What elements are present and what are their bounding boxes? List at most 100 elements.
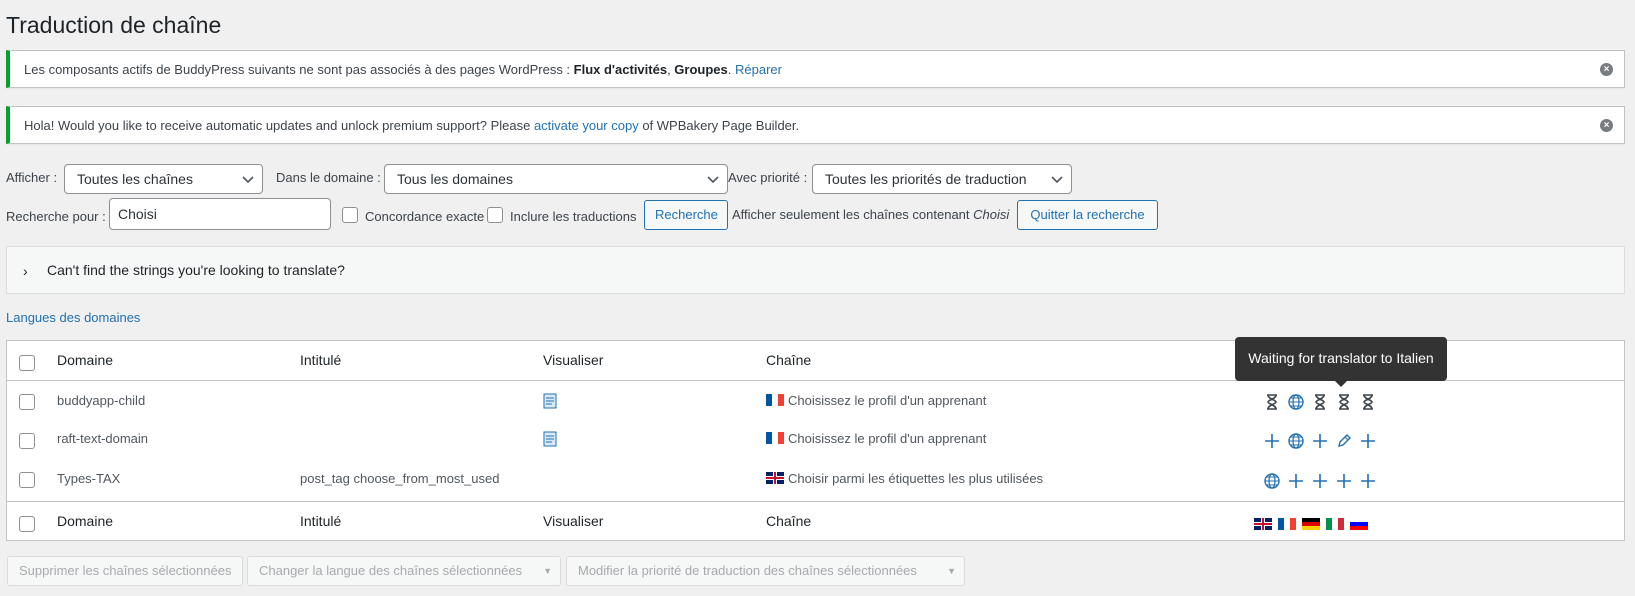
change-language-label: Changer la langue des chaînes sélectionn… (259, 563, 523, 578)
row-domain: buddyapp-child (57, 393, 146, 408)
search-input-value: Choisi (118, 206, 157, 222)
col-string[interactable]: Chaîne (766, 352, 811, 368)
row-string: Choisissez le profil d'un apprenant (766, 393, 986, 408)
notice-bold-activity: Flux d'activités (573, 62, 668, 77)
hourglass-icon[interactable] (1263, 393, 1281, 411)
document-icon[interactable] (543, 431, 557, 447)
domain-languages-link[interactable]: Langues des domaines (6, 310, 140, 325)
flag-fr-icon (766, 432, 784, 444)
show-select[interactable]: Toutes les chaînes (64, 164, 263, 194)
chevron-down-icon (1051, 176, 1063, 184)
flag-it-icon (1326, 518, 1344, 530)
row-string-text: Choisissez le profil d'un apprenant (788, 431, 987, 446)
footer-language-flags (1254, 517, 1372, 532)
hourglass-icon[interactable] (1335, 393, 1353, 411)
plus-icon[interactable] (1311, 432, 1329, 450)
row-checkbox[interactable] (19, 394, 35, 410)
table-row: buddyapp-child Choisissez le profil d'un… (7, 381, 1624, 421)
globe-icon[interactable] (1287, 432, 1305, 450)
col-view-footer: Visualiser (543, 513, 604, 529)
showing-text: Afficher seulement les chaînes contenant… (732, 207, 1009, 222)
domain-label: Dans le domaine : (276, 170, 381, 185)
globe-icon[interactable] (1287, 393, 1305, 411)
show-label: Afficher : (6, 170, 58, 185)
exit-search-button[interactable]: Quitter la recherche (1017, 200, 1158, 230)
plus-icon[interactable] (1335, 472, 1353, 490)
accordion-label: Can't find the strings you're looking to… (47, 262, 345, 278)
row-domain: raft-text-domain (57, 431, 149, 446)
status-tooltip: Waiting for translator to Italien (1235, 337, 1447, 387)
notice-bold-groups: Groupes (674, 62, 728, 77)
missing-strings-accordion[interactable]: › Can't find the strings you're looking … (6, 246, 1625, 294)
flag-fr-icon (766, 394, 784, 406)
col-name[interactable]: Intitulé (300, 352, 341, 368)
hourglass-icon[interactable] (1359, 393, 1377, 411)
search-input[interactable]: Choisi (109, 198, 331, 230)
plus-icon[interactable] (1359, 432, 1377, 450)
include-translations-checkbox[interactable] (487, 207, 503, 223)
dismiss-icon[interactable]: × (1600, 119, 1613, 132)
col-name-footer[interactable]: Intitulé (300, 513, 341, 529)
chevron-right-icon: › (23, 263, 28, 279)
repair-link[interactable]: Réparer (735, 62, 782, 77)
plus-icon[interactable] (1287, 472, 1305, 490)
row-name: post_tag choose_from_most_used (300, 471, 500, 486)
row-checkbox[interactable] (19, 433, 35, 449)
plus-icon[interactable] (1311, 472, 1329, 490)
priority-select[interactable]: Toutes les priorités de traduction (812, 164, 1072, 194)
change-priority-label: Modifier la priorité de traduction des c… (578, 563, 917, 578)
exact-match-checkbox[interactable] (342, 207, 358, 223)
row-checkbox[interactable] (19, 472, 35, 488)
dropdown-arrow-icon: ▼ (947, 566, 956, 576)
row-string: Choisissez le profil d'un apprenant (766, 431, 986, 446)
col-domain[interactable]: Domaine (57, 352, 113, 368)
flag-fr-icon (1278, 518, 1296, 530)
show-select-value: Toutes les chaînes (77, 171, 193, 187)
delete-selected-button[interactable]: Supprimer les chaînes sélectionnées (7, 556, 243, 586)
change-priority-select[interactable]: Modifier la priorité de traduction des c… (566, 556, 965, 586)
row-string-text: Choisissez le profil d'un apprenant (788, 393, 987, 408)
select-all-footer-checkbox[interactable] (19, 516, 35, 532)
priority-select-value: Toutes les priorités de traduction (825, 171, 1027, 187)
notice-after: . (727, 62, 735, 77)
include-translations-label: Inclure les traductions (510, 209, 637, 224)
showing-term: Choisi (973, 207, 1010, 222)
notice-text: Hola! Would you like to receive automati… (24, 118, 534, 133)
col-view: Visualiser (543, 352, 604, 368)
plus-icon[interactable] (1359, 472, 1377, 490)
flag-si-icon (1350, 518, 1368, 530)
col-string-footer[interactable]: Chaîne (766, 513, 811, 529)
chevron-down-icon (242, 176, 254, 184)
flag-uk-icon (766, 472, 784, 484)
table-row: raft-text-domain Choisissez le profil d'… (7, 421, 1624, 461)
col-domain-footer[interactable]: Domaine (57, 513, 113, 529)
plus-icon[interactable] (1263, 432, 1281, 450)
domain-select[interactable]: Tous les domaines (384, 164, 728, 194)
domain-select-value: Tous les domaines (397, 171, 513, 187)
priority-label: Avec priorité : (728, 170, 808, 185)
table-row: Types-TAX post_tag choose_from_most_used… (7, 461, 1624, 501)
wpbakery-notice: Hola! Would you like to receive automati… (6, 106, 1625, 144)
table-footer: Domaine Intitulé Visualiser Chaîne (7, 501, 1624, 541)
change-language-select[interactable]: Changer la langue des chaînes sélectionn… (247, 556, 561, 586)
row-domain: Types-TAX (57, 471, 121, 486)
showing-text-label: Afficher seulement les chaînes contenant (732, 207, 970, 222)
dropdown-arrow-icon: ▼ (543, 566, 552, 576)
chevron-down-icon (707, 176, 719, 184)
globe-icon[interactable] (1263, 472, 1281, 490)
flag-uk-icon (1254, 518, 1272, 530)
page-title: Traduction de chaîne (6, 12, 222, 38)
search-label: Recherche pour : (6, 209, 106, 224)
exact-match-label: Concordance exacte (365, 209, 485, 224)
flag-de-icon (1302, 518, 1320, 530)
hourglass-icon[interactable] (1311, 393, 1329, 411)
dismiss-icon[interactable]: × (1600, 63, 1613, 76)
notice-text: Les composants actifs de BuddyPress suiv… (24, 62, 574, 77)
pencil-icon[interactable] (1335, 432, 1353, 450)
activate-copy-link[interactable]: activate your copy (534, 118, 639, 133)
document-icon[interactable] (543, 393, 557, 409)
select-all-checkbox[interactable] (19, 355, 35, 371)
search-button[interactable]: Recherche (644, 200, 728, 230)
row-string: Choisir parmi les étiquettes les plus ut… (766, 471, 1043, 486)
row-string-text: Choisir parmi les étiquettes les plus ut… (788, 471, 1044, 486)
